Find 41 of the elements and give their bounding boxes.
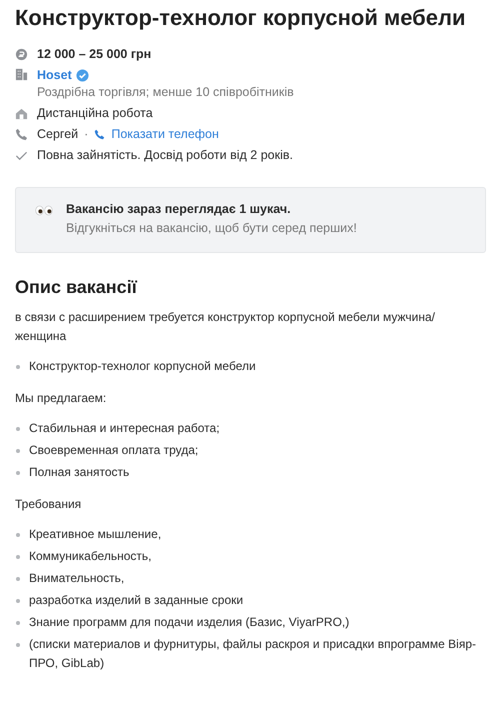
company-details: Роздрібна торгівля; менше 10 співробітників: [37, 85, 294, 99]
description-text: в связи с расширением требуется конструктор корпусной мебели мужчина/ женщина: [15, 309, 436, 345]
list-item-text: Коммуникабельность,: [29, 548, 152, 565]
list-item-text: Знание программ для подачи изделия (Базис, ViyarPRO,): [29, 614, 350, 631]
list-item-text: Внимательность,: [29, 570, 124, 587]
list-item-text: Своевременная оплата труда;: [29, 442, 198, 459]
building-icon: [15, 68, 28, 81]
show-phone-link[interactable]: Показати телефон: [94, 127, 219, 141]
coin-icon: [15, 48, 28, 60]
phone-icon: [15, 128, 28, 140]
notice-title: Вакансію зараз переглядає 1 шукач.: [66, 202, 292, 216]
bullet-icon: [16, 471, 20, 475]
bullet-icon: [16, 449, 20, 453]
list-item-text: Стабильная и интересная работа;: [29, 420, 220, 437]
bullet-icon: [16, 555, 20, 559]
conditions: Повна зайнятість. Досвід роботи від 2 років.: [37, 148, 293, 162]
house-icon: [15, 106, 28, 120]
list-item-text: (списки материалов и фурнитуры, файлы раскроя и присадки впрограмме Віяр-ПРО, GibLab): [29, 636, 478, 672]
bullet-icon: [16, 427, 20, 431]
bullet-icon: [16, 365, 20, 369]
job-title: Конструктор-технолог корпусной мебели: [15, 4, 466, 31]
bullet-icon: [16, 643, 20, 647]
section-heading: Опис вакансії: [15, 277, 138, 298]
list-item-text: разработка изделий в заданные сроки: [29, 592, 244, 609]
company-link[interactable]: Hoset: [37, 68, 72, 82]
notice-text: Відгукніться на вакансію, щоб бути серед перших!: [66, 221, 357, 235]
phone-icon: [94, 128, 106, 140]
list-item-text: Креативное мышление,: [29, 526, 162, 543]
description-text: Требования: [15, 496, 82, 513]
bullet-icon: [16, 599, 20, 603]
eyes-icon: [35, 205, 53, 216]
list-item-text: Полная занятость: [29, 464, 130, 481]
work-mode: Дистанційна робота: [37, 106, 153, 120]
separator-dot: ·: [84, 127, 88, 141]
contact-name: Сергей: [37, 127, 78, 141]
bullet-icon: [16, 621, 20, 625]
bullet-icon: [16, 533, 20, 537]
description-text: Мы предлагаем:: [15, 390, 108, 407]
salary: 12 000 – 25 000 грн: [37, 47, 152, 61]
bullet-icon: [16, 577, 20, 581]
list-item-text: Конструктор-технолог корпусной мебели: [29, 358, 256, 375]
